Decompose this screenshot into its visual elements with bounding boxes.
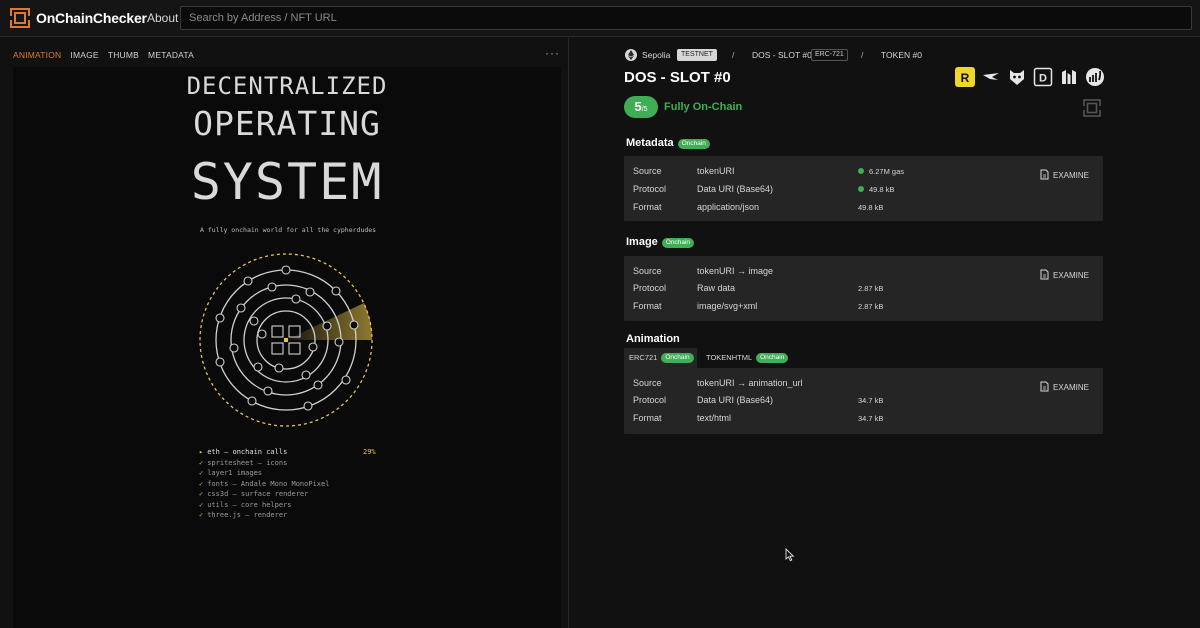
- log-current-percent: 29%: [363, 448, 376, 456]
- preview-tabs: ANIMATION IMAGE THUMB METADATA: [13, 50, 194, 60]
- metadata-section-title: Metadata Onchain: [626, 137, 710, 149]
- svg-text:D: D: [1039, 73, 1047, 85]
- tab-metadata[interactable]: METADATA: [148, 50, 194, 60]
- onchain-status-label: Fully On-Chain: [664, 101, 743, 113]
- file-icon: [1040, 381, 1049, 392]
- breadcrumb-separator: /: [732, 50, 735, 60]
- app-name[interactable]: OnChainChecker: [36, 10, 147, 26]
- onchainchecker-logo-icon[interactable]: [10, 8, 30, 28]
- loading-log: ▸ eth — onchain calls 29% ✓ spritesheet — …: [199, 447, 376, 521]
- onchain-badge: Onchain: [677, 139, 710, 149]
- examine-image-button[interactable]: EXAMINE: [1040, 269, 1089, 280]
- zora-icon[interactable]: [1059, 67, 1079, 87]
- tab-erc721[interactable]: ERC721 Onchain: [624, 348, 697, 368]
- file-icon: [1040, 169, 1049, 180]
- marketplace-links: R D: [955, 67, 1105, 87]
- log-item: ✓ spritesheet — icons: [199, 458, 288, 467]
- animation-source-tabs: ERC721 Onchain TOKENHTML Onchain: [624, 348, 1103, 368]
- animation-row-protocol: Protocol Data URI (Base64) 34.7 kB: [633, 395, 884, 405]
- dune-icon[interactable]: D: [1033, 67, 1053, 87]
- details-panel: Sepolia TESTNET / DOS - SLOT #0 ERC-721 …: [570, 38, 1200, 628]
- preview-panel: ANIMATION IMAGE THUMB METADATA ··· DECEN…: [0, 38, 569, 628]
- image-row-format: Format image/svg+xml 2.87 kB: [633, 301, 884, 311]
- onchain-badge: Onchain: [756, 353, 789, 363]
- onchainchecker-mark-icon: [1083, 99, 1101, 117]
- animation-preview[interactable]: DECENTRALIZED OPERATING SYSTEM A fully o…: [13, 67, 561, 628]
- log-current-text: eth — onchain calls: [207, 448, 288, 456]
- orbit-radar-graphic: [199, 253, 373, 427]
- onchain-badge: Onchain: [661, 353, 694, 363]
- check-icon: ✓: [199, 469, 204, 477]
- image-row-protocol: Protocol Raw data 2.87 kB: [633, 283, 884, 293]
- erc721-badge: ERC-721: [811, 49, 848, 61]
- examine-metadata-button[interactable]: EXAMINE: [1040, 169, 1089, 180]
- metadata-row-source: Source tokenURI 6.27M gas: [633, 166, 905, 176]
- log-item: ✓ layer1 images: [199, 469, 263, 477]
- examine-animation-button[interactable]: EXAMINE: [1040, 381, 1089, 392]
- image-card: Source tokenURI → image Protocol Raw data 2…: [624, 256, 1103, 321]
- log-current-marker: ▸: [199, 448, 204, 456]
- status-dot-icon: [858, 168, 864, 174]
- log-item: ✓ fonts — Andale Mono MonoPixel: [199, 479, 330, 488]
- preview-tagline: A fully onchain world for all the cypher…: [200, 226, 377, 234]
- opensea-icon[interactable]: [981, 67, 1001, 87]
- check-icon: ✓: [199, 479, 204, 488]
- image-row-source: Source tokenURI → image: [633, 266, 774, 276]
- etherscan-icon[interactable]: [1085, 67, 1105, 87]
- metadata-row-protocol: Protocol Data URI (Base64) 49.8 kB: [633, 184, 895, 194]
- check-icon: ✓: [199, 500, 204, 509]
- onchain-score-badge: 5/5: [624, 96, 658, 118]
- animation-section-title: Animation: [626, 333, 680, 345]
- tab-animation[interactable]: ANIMATION: [13, 50, 61, 60]
- mouse-cursor-icon: [785, 548, 795, 562]
- breadcrumb-separator: /: [861, 50, 864, 60]
- breadcrumb-token[interactable]: TOKEN #0: [881, 50, 922, 60]
- more-options-icon[interactable]: ···: [545, 46, 560, 60]
- onchain-badge: Onchain: [661, 238, 695, 248]
- image-section-title: Image Onchain: [626, 236, 695, 248]
- preview-heading-line3: SYSTEM: [190, 153, 384, 211]
- preview-heading-line2: OPERATING: [193, 104, 381, 143]
- breadcrumb-collection[interactable]: DOS - SLOT #0: [752, 50, 812, 60]
- animation-row-format: Format text/html 34.7 kB: [633, 413, 884, 423]
- metadata-card: Source tokenURI 6.27M gas Protocol Data URI…: [624, 156, 1103, 221]
- log-item: ✓ three.js — renderer: [199, 511, 288, 519]
- rarible-icon[interactable]: R: [955, 67, 975, 87]
- check-icon: ✓: [199, 490, 204, 498]
- svg-text:R: R: [961, 71, 970, 85]
- tab-tokenhtml[interactable]: TOKENHTML Onchain: [701, 348, 811, 368]
- breadcrumb: Sepolia TESTNET / DOS - SLOT #0 ERC-721 …: [625, 49, 945, 63]
- log-item: ✓ utils — core helpers: [199, 500, 292, 509]
- animation-row-source: Source tokenURI → animation_url: [633, 378, 803, 388]
- check-icon: ✓: [199, 458, 204, 467]
- file-icon: [1040, 269, 1049, 280]
- metadata-row-format: Format application/json 49.8 kB: [633, 202, 884, 212]
- ethereum-icon: [625, 49, 637, 61]
- top-bar: OnChainChecker About: [0, 0, 1200, 37]
- tab-thumb[interactable]: THUMB: [108, 50, 139, 60]
- breadcrumb-network[interactable]: Sepolia: [642, 50, 670, 60]
- tab-image[interactable]: IMAGE: [70, 50, 98, 60]
- preview-heading-line1: DECENTRALIZED: [186, 72, 388, 100]
- page-title: DOS - SLOT #0: [624, 69, 731, 86]
- looksrare-icon[interactable]: [1007, 67, 1027, 87]
- log-current-line: ▸ eth — onchain calls 29%: [199, 447, 376, 458]
- nav-about-link[interactable]: About: [147, 11, 178, 25]
- log-item: ✓ css3d — surface renderer: [199, 490, 309, 498]
- testnet-badge: TESTNET: [677, 49, 717, 61]
- animation-card: Source tokenURI → animation_url Protocol D…: [624, 368, 1103, 434]
- status-dot-icon: [858, 186, 864, 192]
- check-icon: ✓: [199, 511, 204, 519]
- search-input[interactable]: [180, 6, 1192, 30]
